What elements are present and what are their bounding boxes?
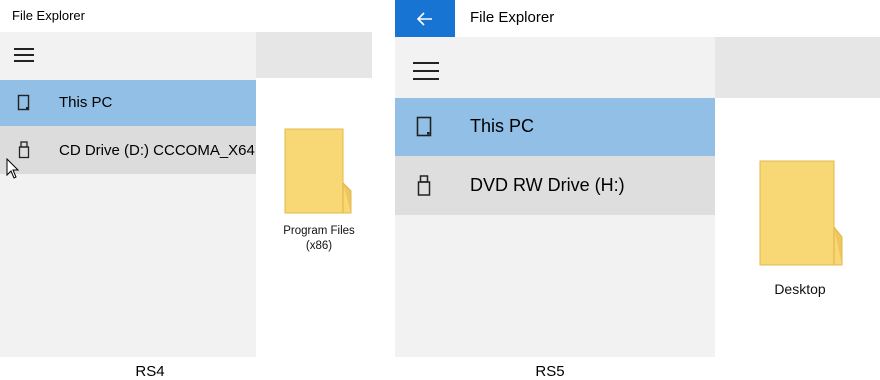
rs4-nav-item-cd-drive[interactable]: CD Drive (D:) CCCOMA_X64I xyxy=(0,126,260,174)
rs5-command-strip xyxy=(715,37,880,98)
mouse-cursor-icon xyxy=(6,158,20,179)
folder-icon[interactable] xyxy=(283,127,353,215)
rs4-hamburger-menu-icon[interactable] xyxy=(14,48,34,62)
rs5-nav-item-dvd-drive[interactable]: DVD RW Drive (H:) xyxy=(395,156,715,215)
usb-drive-icon xyxy=(417,175,431,196)
rs4-folder-name[interactable]: Program Files (x86) xyxy=(256,224,382,254)
arrow-left-icon xyxy=(417,12,432,26)
rs5-nav-item-label: DVD RW Drive (H:) xyxy=(470,175,625,195)
tablet-icon xyxy=(416,116,432,137)
rs5-window-title: File Explorer xyxy=(470,9,555,26)
tablet-icon xyxy=(17,94,30,111)
rs4-command-strip xyxy=(256,32,372,78)
folder-name-line: (x86) xyxy=(305,240,333,252)
usb-drive-icon xyxy=(18,141,30,159)
rs5-nav-item-label: This PC xyxy=(470,116,535,136)
rs4-nav-item-this-pc[interactable]: This PC xyxy=(0,80,256,126)
rs5-caption: RS5 xyxy=(535,363,565,380)
folder-name-line: Program Files xyxy=(283,225,355,237)
rs4-nav-item-label: This PC xyxy=(59,94,113,111)
rs5-nav-item-this-pc[interactable]: This PC xyxy=(395,98,715,156)
rs5-hamburger-menu-icon[interactable] xyxy=(413,62,439,80)
rs4-caption: RS4 xyxy=(135,363,165,380)
rs4-window-title: File Explorer xyxy=(12,8,85,23)
rs4-content-area xyxy=(256,78,372,357)
rs4-nav-item-label: CD Drive (D:) CCCOMA_X64I xyxy=(59,142,260,159)
rs5-back-button[interactable] xyxy=(395,0,455,37)
folder-icon[interactable] xyxy=(758,159,844,267)
rs5-folder-name[interactable]: Desktop xyxy=(730,281,870,297)
